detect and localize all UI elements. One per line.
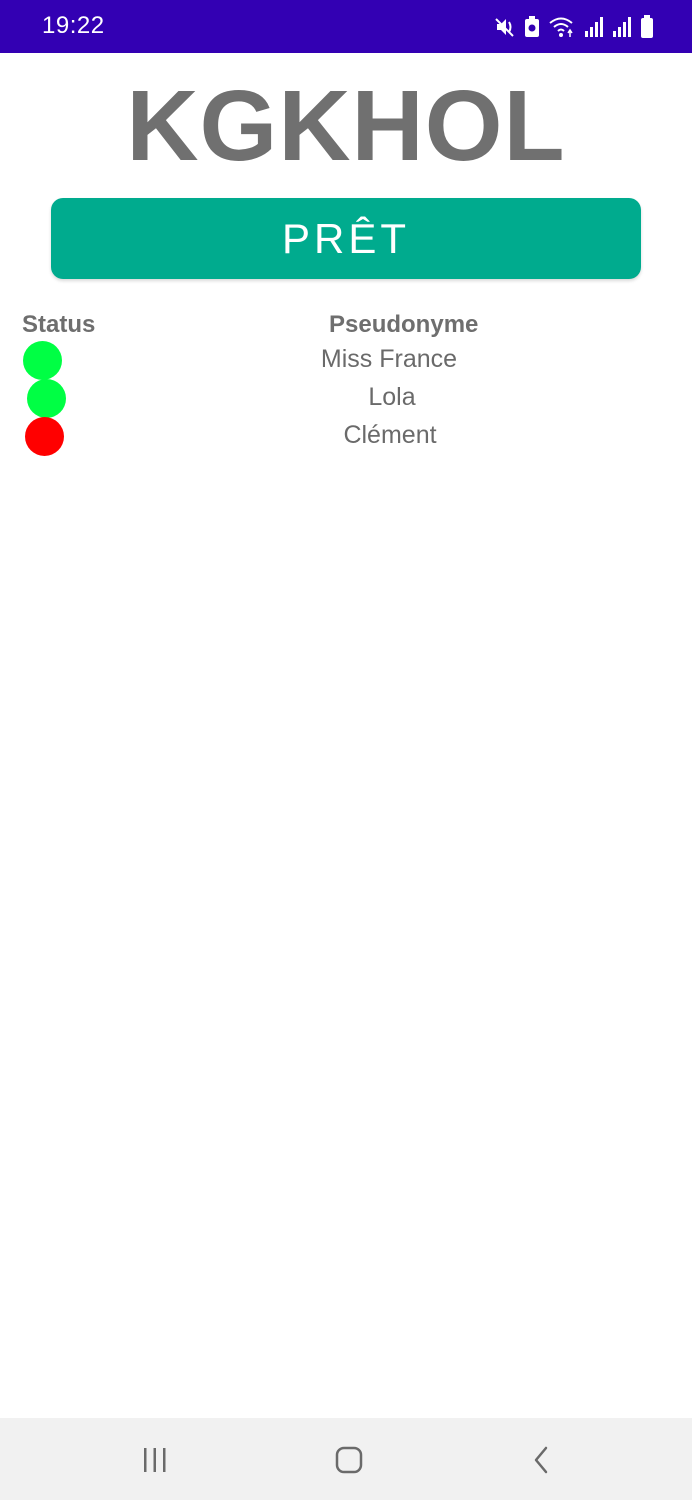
back-icon[interactable] (522, 1442, 562, 1478)
status-indicator-icon (23, 341, 62, 380)
player-row: Clément (0, 417, 692, 456)
player-name: Miss France (320, 345, 458, 373)
pseudonyme-column-header: Pseudonyme (329, 311, 479, 338)
recent-apps-icon[interactable] (135, 1442, 175, 1478)
home-icon[interactable] (329, 1442, 369, 1478)
wifi-icon (548, 16, 576, 38)
status-time: 19:22 (42, 12, 105, 39)
status-indicator-icon (27, 379, 66, 418)
mute-icon (494, 16, 516, 38)
ready-button[interactable]: PRÊT (51, 198, 641, 279)
screen: 19:22 KGKHOL PRÊT Status Pseudonyme Miss… (0, 0, 692, 1500)
signal-icon-2 (612, 16, 632, 38)
player-row: Lola (0, 379, 692, 418)
status-indicator-icon (25, 417, 64, 456)
player-name: Lola (368, 383, 416, 411)
player-name: Clément (343, 421, 437, 449)
app-title: KGKHOL (126, 70, 566, 182)
signal-icon (584, 16, 604, 38)
player-row: Miss France (0, 341, 692, 380)
status-column-header: Status (22, 311, 96, 338)
navigation-bar (0, 1418, 692, 1500)
battery-icon (640, 15, 654, 39)
status-bar: 19:22 (0, 0, 692, 53)
battery-saver-icon (524, 16, 540, 38)
status-icons (494, 13, 654, 41)
